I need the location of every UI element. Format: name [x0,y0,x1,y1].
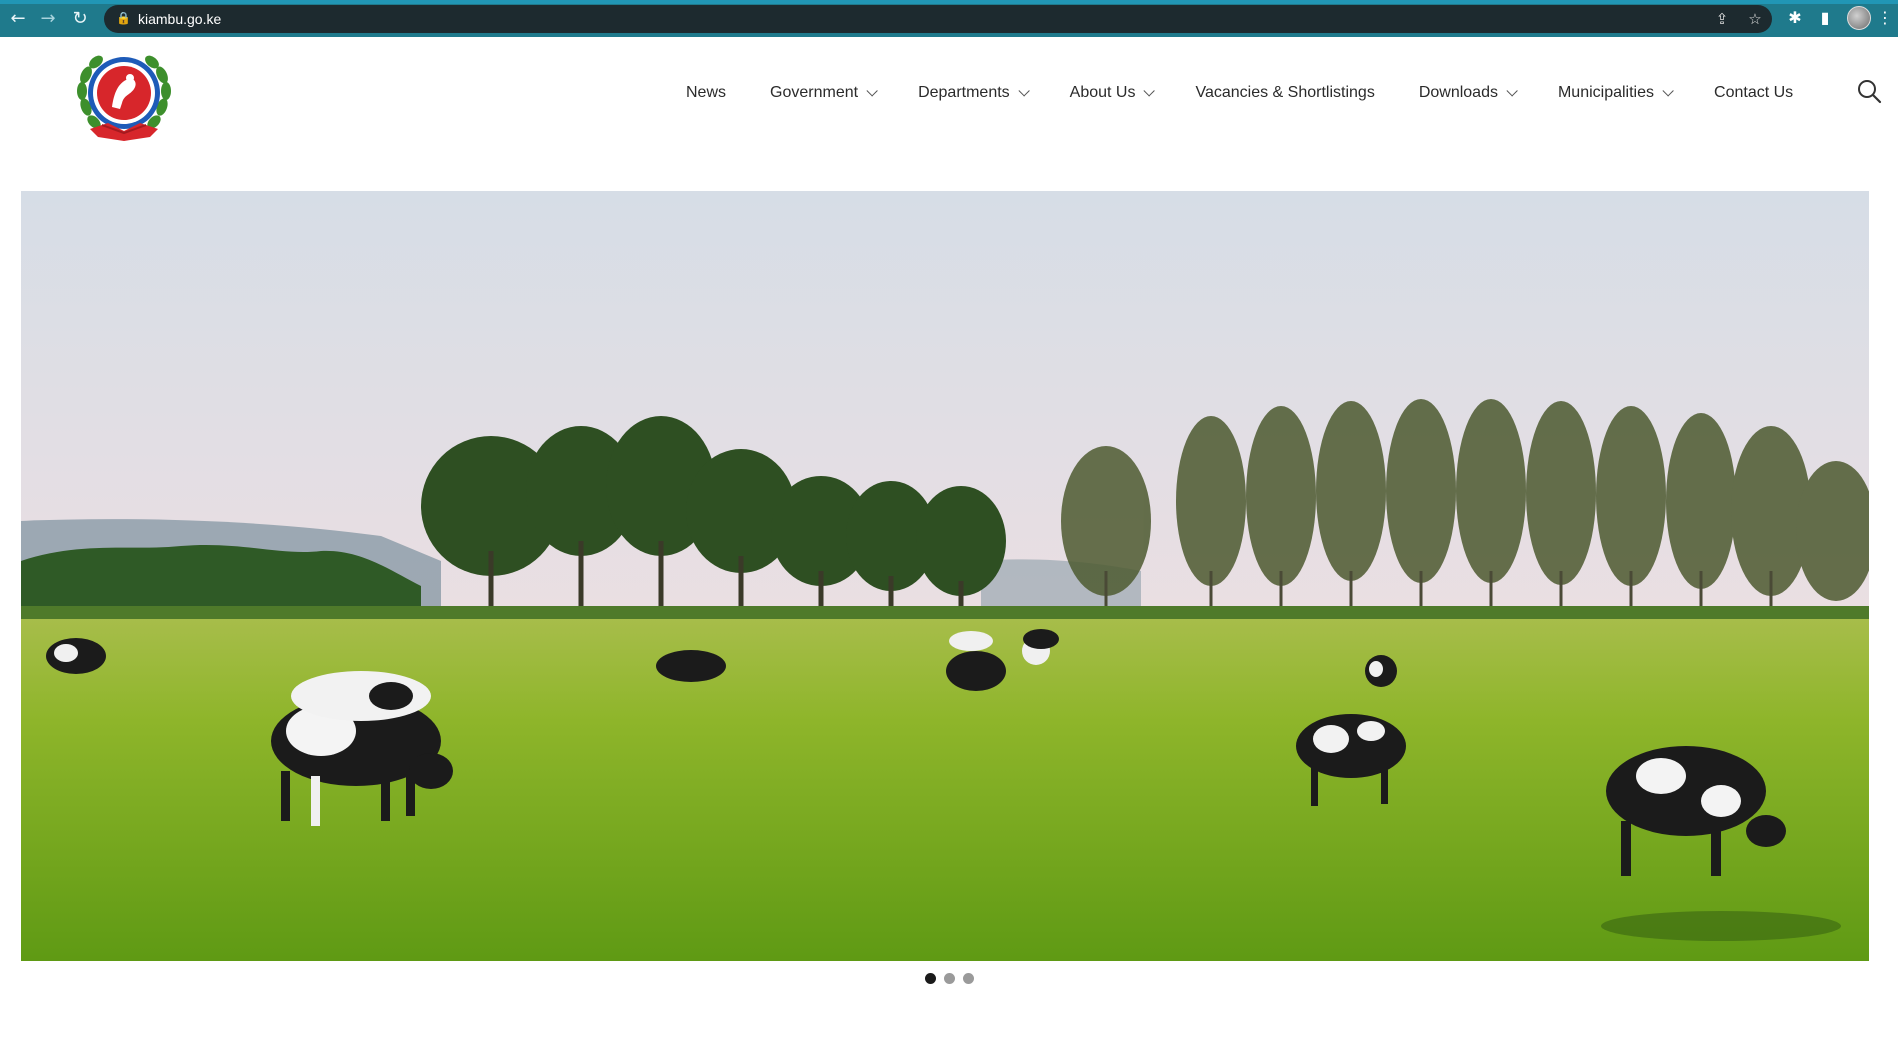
menu-kebab-icon[interactable]: ⋮ [1874,8,1896,30]
url-text[interactable]: kiambu.go.ke [138,11,221,27]
pasture-scene-image [21,191,1869,961]
sidepanel-icon[interactable]: ▮ [1814,8,1836,30]
chevron-down-icon [1506,85,1518,97]
forward-arrow-icon[interactable]: → [38,9,58,29]
slide-dot-2[interactable] [943,973,955,984]
search-icon[interactable] [1856,78,1882,104]
nav-label: Municipalities [1557,84,1655,101]
site-header: News Government Departments About Us Vac… [0,37,1898,187]
star-icon[interactable]: ☆ [1745,10,1765,28]
nav-item-contact-us[interactable]: Contact Us [1714,84,1793,102]
chevron-down-icon [866,85,878,97]
slide-dot-1[interactable] [924,973,936,984]
reload-icon[interactable]: ↻ [70,9,90,29]
nav-label: Downloads [1418,84,1498,101]
profile-avatar[interactable] [1847,6,1871,30]
address-bar[interactable]: 🔒 kiambu.go.ke ⇪ ☆ [104,5,1772,33]
county-logo[interactable] [72,45,176,149]
tab-strip-edge [0,0,1898,4]
chevron-down-icon [1018,85,1030,97]
nav-label: Departments [918,84,1010,101]
county-seal-icon [77,55,171,141]
nav-item-municipalities[interactable]: Municipalities [1557,84,1674,102]
slide-dot-3[interactable] [962,973,974,984]
nav-item-vacancies[interactable]: Vacancies & Shortlistings [1195,84,1374,102]
chevron-down-icon [1662,85,1674,97]
lock-icon: 🔒 [116,11,131,25]
hero-slider-image[interactable] [21,191,1869,961]
browser-toolbar: ← → ↻ 🔒 kiambu.go.ke ⇪ ☆ ✱ ▮ ⋮ [0,0,1898,37]
nav-label: Contact Us [1714,84,1794,101]
nav-item-about-us[interactable]: About Us [1069,84,1156,102]
share-icon[interactable]: ⇪ [1712,10,1732,28]
nav-item-government[interactable]: Government [770,84,878,102]
slider-pagination [0,973,1898,984]
nav-label: News [686,84,727,101]
nav-label: Vacancies & Shortlistings [1195,84,1375,101]
extensions-icon[interactable]: ✱ [1784,8,1806,30]
nav-label: About Us [1069,84,1136,101]
back-arrow-icon[interactable]: ← [8,9,28,29]
nav-item-news[interactable]: News [686,84,726,102]
nav-item-downloads[interactable]: Downloads [1418,84,1518,102]
nav-label: Government [770,84,859,101]
nav-item-departments[interactable]: Departments [918,84,1030,102]
chevron-down-icon [1143,85,1156,97]
main-navigation: News Government Departments About Us Vac… [686,81,1793,105]
